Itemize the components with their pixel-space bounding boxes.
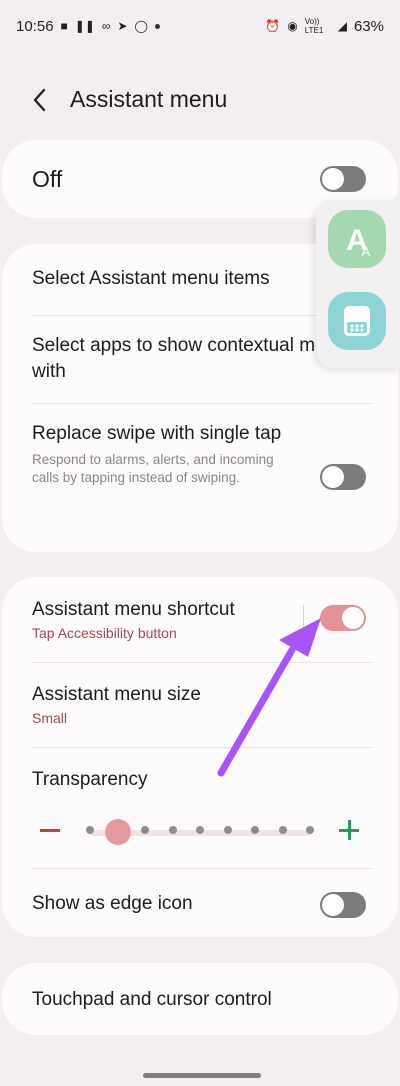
slider-step-dot[interactable] (141, 826, 149, 834)
slider-step-dot[interactable] (196, 826, 204, 834)
master-toggle-switch[interactable] (320, 166, 366, 192)
status-left: 10:56 ■ ❚❚ ∞ ➤ ◯ (16, 18, 160, 35)
shortcut-title: Assistant menu shortcut (32, 599, 235, 620)
transparency-row: Transparency (32, 767, 368, 793)
message-icon: ■ (60, 19, 68, 33)
divider (32, 403, 372, 404)
pause-icon: ❚❚ (74, 19, 95, 33)
single-tap-title: Replace swipe with single tap (32, 423, 282, 444)
status-right: ⏰ ◉ Vo)) LTE1 ◢ 63% (265, 17, 384, 35)
slider-step-dot[interactable] (223, 826, 232, 834)
svg-text:A: A (362, 244, 371, 259)
slider-step-dot[interactable] (251, 826, 259, 834)
master-toggle-label: Off (32, 166, 63, 192)
voicemail-icon: ∞ (101, 19, 111, 33)
slider-step-dot[interactable] (306, 826, 314, 834)
dot-icon (154, 23, 160, 29)
single-tap-switch[interactable] (320, 464, 366, 490)
toggle-knob (322, 466, 344, 488)
toggle-knob (341, 606, 365, 630)
divider (32, 747, 372, 748)
slider-step-dot[interactable] (278, 826, 287, 834)
signal-icon: ◢ (337, 19, 347, 33)
transparency-slider-thumb[interactable] (104, 819, 131, 845)
assistant-menu-grid-icon[interactable] (328, 292, 386, 350)
wifi-icon: ◉ (287, 19, 298, 33)
menu-size-row[interactable]: Assistant menu size Small (32, 682, 368, 726)
status-time: 10:56 (16, 17, 54, 35)
vertical-separator (303, 605, 304, 633)
slider-step-dot[interactable] (168, 826, 177, 834)
app-bar: Assistant menu (0, 72, 400, 128)
floating-assistant-panel[interactable]: A A (316, 200, 400, 368)
shortcut-subtitle: Tap Accessibility button (32, 625, 177, 641)
touchpad-label: Touchpad and cursor control (32, 989, 272, 1010)
edge-icon-title: Show as edge icon (32, 893, 193, 914)
transparency-title: Transparency (32, 769, 148, 790)
shortcut-switch[interactable] (320, 605, 366, 631)
toggle-knob (322, 894, 344, 916)
shortcut-row[interactable]: Assistant menu shortcut Tap Accessibilit… (32, 597, 368, 641)
alarm-icon: ⏰ (265, 19, 281, 33)
divider (32, 662, 372, 663)
minus-icon[interactable] (40, 829, 60, 832)
back-arrow-icon[interactable] (30, 86, 52, 114)
edge-icon-row[interactable]: Show as edge icon (32, 891, 368, 917)
single-tap-desc: Respond to alarms, alerts, and incoming … (32, 452, 274, 485)
single-tap-row[interactable]: Replace swipe with single tap Respond to… (32, 421, 368, 487)
status-bar: 10:56 ■ ❚❚ ∞ ➤ ◯ ⏰ ◉ Vo)) LTE1 ◢ 63% (0, 0, 400, 52)
accessibility-a-icon[interactable]: A A (328, 210, 386, 268)
battery-percent: 63% (353, 17, 384, 35)
sync-icon: ◯ (134, 19, 148, 33)
slider-step-dot[interactable] (86, 826, 94, 834)
menu-size-title: Assistant menu size (32, 684, 201, 705)
plus-icon-vertical (348, 820, 351, 840)
edge-icon-switch[interactable] (320, 892, 366, 918)
gesture-nav-bar[interactable] (143, 1073, 261, 1078)
toggle-knob (322, 168, 344, 190)
touchpad-card[interactable]: Touchpad and cursor control (2, 963, 398, 1035)
divider (32, 868, 372, 869)
network-label: Vo)) LTE1 (304, 17, 324, 35)
telegram-icon: ➤ (117, 19, 128, 33)
page-title: Assistant menu (70, 86, 228, 112)
menu-size-value: Small (32, 710, 68, 726)
shortcut-settings-card: Assistant menu shortcut Tap Accessibilit… (2, 577, 398, 937)
